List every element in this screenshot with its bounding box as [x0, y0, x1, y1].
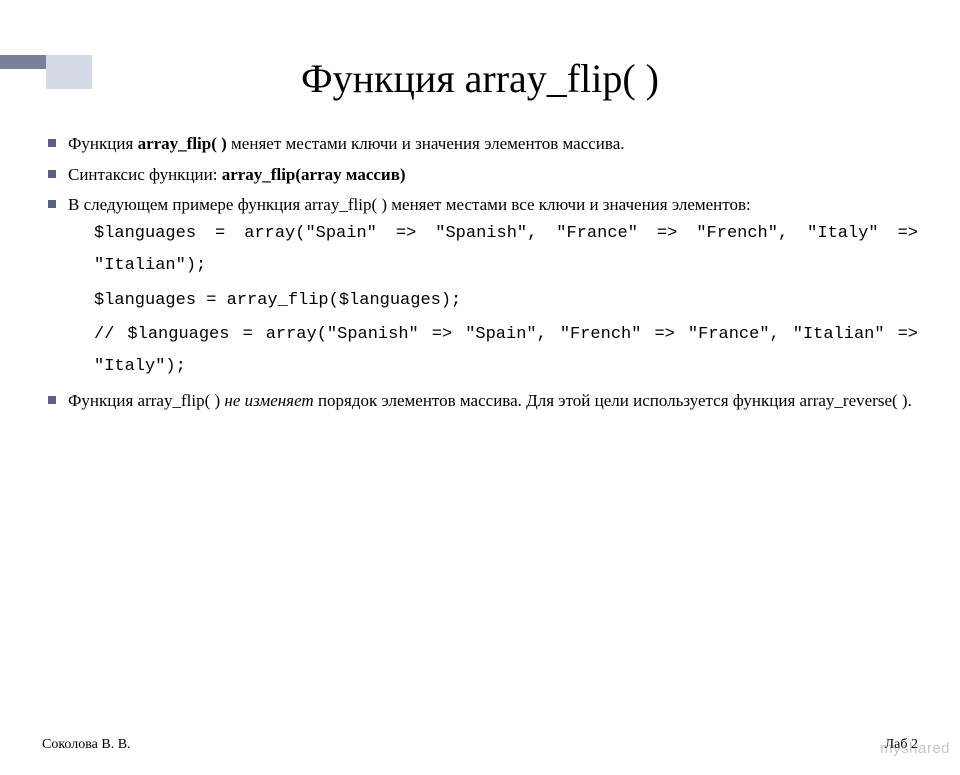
bullet-item-4: Функция array_flip( ) не изменяет порядо…: [42, 389, 918, 414]
decor-block-dark: [0, 55, 46, 69]
text-bold: array_flip(array массив): [222, 165, 406, 184]
watermark: myshared: [880, 740, 950, 757]
text-bold: array_flip( ): [138, 134, 227, 153]
code-block: $languages = array("Spain" => "Spanish",…: [94, 218, 918, 383]
text: меняет местами ключи и значения элементо…: [227, 134, 625, 153]
bullet-item-2: Синтаксис функции: array_flip(array масс…: [42, 163, 918, 188]
text: Синтаксис функции:: [68, 165, 222, 184]
code-line-2: $languages = array_flip($languages);: [94, 285, 918, 317]
text: порядок элементов массива. Для этой цели…: [314, 391, 912, 410]
text-italic: не изменяет: [224, 391, 313, 410]
slide-content: Функция array_flip( ) меняет местами клю…: [0, 132, 960, 414]
corner-decoration: [0, 55, 92, 89]
text: Функция: [68, 134, 138, 153]
bullet-list: Функция array_flip( ) меняет местами клю…: [42, 132, 918, 414]
code-line-3: // $languages = array("Spanish" => "Spai…: [94, 319, 918, 384]
code-line-1: $languages = array("Spain" => "Spanish",…: [94, 218, 918, 283]
decor-block-light: [46, 55, 92, 89]
slide-title: Функция array_flip( ): [0, 55, 960, 102]
text: В следующем примере функция array_flip( …: [68, 195, 751, 214]
footer-author: Соколова В. В.: [42, 737, 131, 753]
text: Функция array_flip( ): [68, 391, 224, 410]
bullet-item-3: В следующем примере функция array_flip( …: [42, 193, 918, 383]
bullet-item-1: Функция array_flip( ) меняет местами клю…: [42, 132, 918, 157]
